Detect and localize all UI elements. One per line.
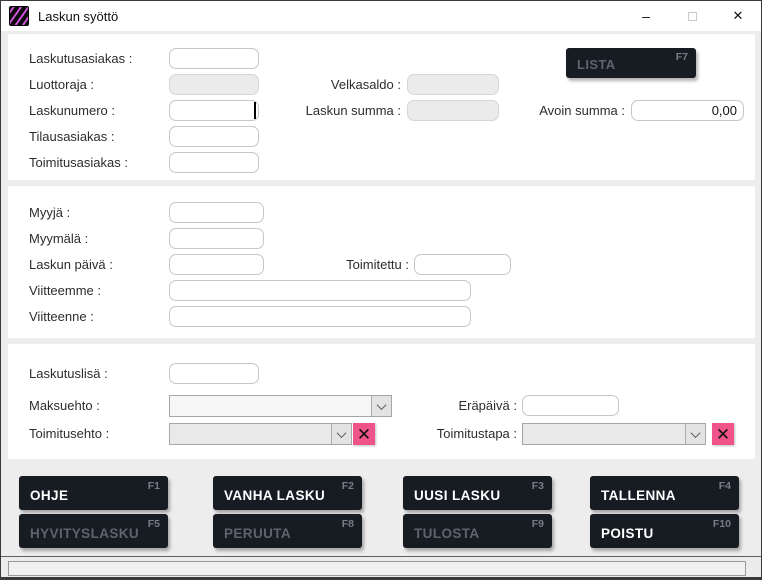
- toimitettu-input[interactable]: [414, 254, 511, 275]
- app-icon: [9, 6, 29, 26]
- toimitusehto-clear-button[interactable]: ✕: [353, 423, 375, 445]
- ohje-fkey-label: F1: [148, 480, 160, 492]
- viitteenne-label: Viitteenne :: [29, 306, 94, 327]
- toimitusasiakas-label: Toimitusasiakas :: [29, 152, 128, 173]
- vanha-lasku-button[interactable]: VANHA LASKU F2: [213, 476, 362, 510]
- myymala-input[interactable]: [169, 228, 264, 249]
- terms-section: Laskutuslisä : Maksuehto : Eräpäivä : To…: [8, 344, 755, 459]
- close-button[interactable]: ✕: [715, 1, 761, 31]
- chevron-down-icon: [685, 424, 705, 444]
- maksuehto-select[interactable]: [169, 395, 392, 417]
- toimitusehto-label: Toimitusehto :: [29, 423, 109, 444]
- erapaiva-input[interactable]: [522, 395, 619, 416]
- peruuta-button-label: PERUUTA: [224, 526, 291, 541]
- laskutusasiakas-label: Laskutusasiakas :: [29, 48, 132, 69]
- close-icon: ✕: [357, 426, 371, 443]
- toimitettu-label: Toimitettu :: [301, 254, 409, 275]
- poistu-button-label: POISTU: [601, 526, 654, 541]
- lista-button-label: LISTA: [577, 57, 616, 72]
- chevron-down-icon: [331, 424, 351, 444]
- hyvityslasku-fkey-label: F5: [148, 518, 160, 530]
- myyja-label: Myyjä :: [29, 202, 70, 223]
- hyvityslasku-button: HYVITYSLASKU F5: [19, 514, 168, 548]
- vanha-lasku-fkey-label: F2: [342, 480, 354, 492]
- tulosta-button-label: TULOSTA: [414, 526, 480, 541]
- luottoraja-input: [169, 74, 259, 95]
- close-icon: ✕: [716, 426, 730, 443]
- peruuta-fkey-label: F8: [342, 518, 354, 530]
- toimitustapa-clear-button[interactable]: ✕: [712, 423, 734, 445]
- viitteemme-label: Viitteemme :: [29, 280, 101, 301]
- poistu-fkey-label: F10: [713, 518, 731, 530]
- tallenna-fkey-label: F4: [719, 480, 731, 492]
- tilausasiakas-label: Tilausasiakas :: [29, 126, 115, 147]
- lista-button: LISTA F7: [566, 48, 696, 78]
- myymala-label: Myymälä :: [29, 228, 88, 249]
- peruuta-button: PERUUTA F8: [213, 514, 362, 548]
- poistu-button[interactable]: POISTU F10: [590, 514, 739, 548]
- customer-section: Laskutusasiakas : Luottoraja : Laskunume…: [8, 34, 755, 180]
- avoin-summa-label: Avoin summa :: [481, 100, 625, 121]
- laskunumero-label: Laskunumero :: [29, 100, 115, 121]
- laskunumero-input[interactable]: [169, 100, 259, 121]
- viitteenne-input[interactable]: [169, 306, 471, 327]
- tilausasiakas-input[interactable]: [169, 126, 259, 147]
- ohje-button[interactable]: OHJE F1: [19, 476, 168, 510]
- laskutuslisa-label: Laskutuslisä :: [29, 363, 108, 384]
- laskun-paiva-label: Laskun päivä :: [29, 254, 113, 275]
- toimitustapa-selected-value: [523, 424, 685, 444]
- maximize-button: [669, 1, 715, 31]
- tallenna-button[interactable]: TALLENNA F4: [590, 476, 739, 510]
- vanha-lasku-button-label: VANHA LASKU: [224, 488, 325, 503]
- toimitusehto-selected-value: [170, 424, 331, 444]
- lista-fkey-label: F7: [676, 51, 688, 63]
- toimitustapa-label: Toimitustapa :: [381, 423, 517, 444]
- titlebar: Laskun syöttö – ✕: [1, 1, 761, 31]
- velkasaldo-label: Velkasaldo :: [251, 74, 401, 95]
- maksuehto-selected-value: [170, 396, 371, 416]
- laskun-summa-label: Laskun summa :: [251, 100, 401, 121]
- tulosta-fkey-label: F9: [532, 518, 544, 530]
- velkasaldo-input: [407, 74, 499, 95]
- uusi-lasku-fkey-label: F3: [532, 480, 544, 492]
- status-message: [8, 561, 746, 576]
- toimitustapa-select: [522, 423, 706, 445]
- erapaiva-label: Eräpäivä :: [381, 395, 517, 416]
- maximize-icon: [688, 12, 697, 21]
- laskutuslisa-input[interactable]: [169, 363, 259, 384]
- laskun-paiva-input[interactable]: [169, 254, 264, 275]
- window-controls: – ✕: [623, 1, 761, 31]
- maksuehto-label: Maksuehto :: [29, 395, 100, 416]
- uusi-lasku-button[interactable]: UUSI LASKU F3: [403, 476, 552, 510]
- viitteemme-input[interactable]: [169, 280, 471, 301]
- laskutusasiakas-input[interactable]: [169, 48, 259, 69]
- status-bar: [1, 556, 761, 577]
- myyja-input[interactable]: [169, 202, 264, 223]
- invoice-entry-window: Laskun syöttö – ✕ Laskutusasiakas : Luot…: [0, 0, 762, 580]
- tallenna-button-label: TALLENNA: [601, 488, 676, 503]
- uusi-lasku-button-label: UUSI LASKU: [414, 488, 501, 503]
- toimitusehto-select: [169, 423, 352, 445]
- minimize-button[interactable]: –: [623, 1, 669, 31]
- ohje-button-label: OHJE: [30, 488, 68, 503]
- hyvityslasku-button-label: HYVITYSLASKU: [30, 526, 139, 541]
- avoin-summa-input[interactable]: [631, 100, 744, 121]
- luottoraja-label: Luottoraja :: [29, 74, 94, 95]
- window-title: Laskun syöttö: [38, 9, 118, 24]
- tulosta-button: TULOSTA F9: [403, 514, 552, 548]
- toimitusasiakas-input[interactable]: [169, 152, 259, 173]
- details-section: Myyjä : Myymälä : Laskun päivä : Toimite…: [8, 186, 755, 338]
